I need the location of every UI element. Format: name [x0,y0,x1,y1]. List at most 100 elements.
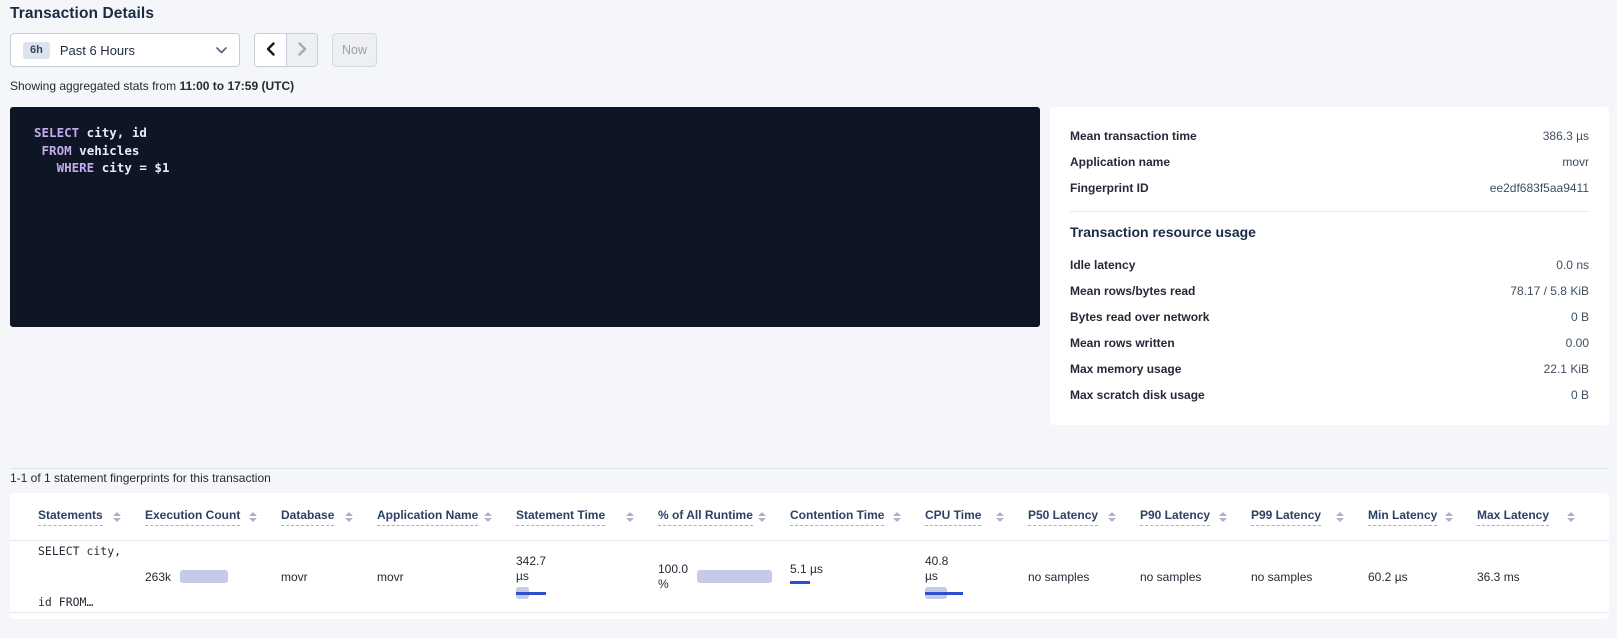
summary-value: 0 B [1571,388,1589,402]
summary-row: Application name movr [1070,149,1589,175]
max-latency-cell: 36.3 ms [1477,570,1599,584]
stats-line-range: 11:00 to 17:59 (UTC) [179,79,294,93]
column-header-execution-count[interactable]: Execution Count [145,493,281,540]
statement-time-value: 342.7 [516,554,642,569]
summary-label: Fingerprint ID [1070,181,1149,195]
column-header-application-name[interactable]: Application Name [377,493,516,540]
execution-count-bar [180,570,228,583]
statement-link[interactable]: SELECT city, id FROM… [38,509,145,638]
contention-time-cell: 5.1 µs [790,562,925,592]
prev-time-button[interactable] [255,34,286,66]
summary-label: Mean transaction time [1070,129,1197,143]
column-header-statement-time[interactable]: Statement Time [516,493,658,540]
sort-icon [1567,512,1575,522]
column-header-cpu-time[interactable]: CPU Time [925,493,1028,540]
sort-icon [1445,512,1453,522]
column-header-label: P99 Latency [1251,508,1321,526]
column-header-label: Statement Time [516,508,605,526]
summary-value: 0.00 [1566,336,1589,350]
statement-time-cell: 342.7 µs [516,554,658,600]
summary-row: Mean rows/bytes read 78.17 / 5.8 KiB [1070,278,1589,304]
column-header-label: Min Latency [1368,508,1437,526]
transaction-summary-card: Mean transaction time 386.3 µs Applicati… [1050,107,1609,425]
next-time-button[interactable] [286,34,317,66]
column-header-max-latency[interactable]: Max Latency [1477,493,1599,540]
column-header-p99-latency[interactable]: P99 Latency [1251,493,1368,540]
chevron-right-icon [298,42,307,59]
percent-runtime-cell: 100.0 % [658,562,790,592]
section-divider [10,468,1609,469]
percent-runtime-unit: % [658,577,688,592]
summary-row: Fingerprint ID ee2df683f5aa9411 [1070,175,1589,201]
contention-time-value: 5.1 µs [790,562,909,576]
sort-icon [626,512,634,522]
column-header-min-latency[interactable]: Min Latency [1368,493,1477,540]
transaction-sql-box: SELECT city, id FROM vehicles WHERE city… [10,107,1040,327]
resource-usage-title: Transaction resource usage [1070,224,1589,240]
sort-icon [1219,512,1227,522]
statement-time-bar [516,587,576,600]
time-controls: 6h Past 6 Hours Now [10,33,377,67]
summary-label: Bytes read over network [1070,310,1209,324]
column-header-p90-latency[interactable]: P90 Latency [1140,493,1251,540]
column-header-database[interactable]: Database [281,493,377,540]
aggregated-stats-line: Showing aggregated stats from 11:00 to 1… [10,79,294,93]
sql-line: WHERE city = $1 [34,159,1016,177]
application-name-cell: movr [377,570,516,584]
sql-line: SELECT city, id [34,124,1016,142]
statement-text-line1: SELECT city, [38,543,129,560]
cpu-time-unit: µs [925,569,1012,584]
cpu-time-bar [925,587,985,600]
sort-icon [249,512,257,522]
statements-table: StatementsExecution CountDatabaseApplica… [10,493,1609,619]
summary-value: 78.17 / 5.8 KiB [1510,284,1589,298]
cpu-time-text: 40.8 µs [925,554,1012,584]
chevron-left-icon [266,42,275,59]
summary-row: Max scratch disk usage 0 B [1070,382,1589,408]
summary-label: Max memory usage [1070,362,1181,376]
column-header--of-all-runtime[interactable]: % of All Runtime [658,493,790,540]
column-header-label: Execution Count [145,508,240,526]
time-range-badge: 6h [23,42,50,59]
sort-icon [1108,512,1116,522]
percent-runtime-text: 100.0 % [658,562,688,592]
summary-value: 0 B [1571,310,1589,324]
sort-icon [893,512,901,522]
column-header-label: % of All Runtime [658,508,753,526]
summary-label: Idle latency [1070,258,1135,272]
column-header-contention-time[interactable]: Contention Time [790,493,925,540]
summary-value: 386.3 µs [1543,129,1589,143]
time-range-label: Past 6 Hours [60,43,135,58]
summary-row: Mean transaction time 386.3 µs [1070,123,1589,149]
percent-runtime-value: 100.0 [658,562,688,577]
summary-label: Mean rows/bytes read [1070,284,1195,298]
column-header-label: P50 Latency [1028,508,1098,526]
summary-value: 22.1 KiB [1544,362,1589,376]
time-range-dropdown[interactable]: 6h Past 6 Hours [10,33,240,67]
now-button[interactable]: Now [332,33,377,67]
stats-line-prefix: Showing aggregated stats from [10,79,179,93]
table-row: SELECT city, id FROM… 263k movr movr 342… [10,541,1609,613]
column-header-label: Database [281,508,334,526]
column-header-label: Application Name [377,508,478,526]
percent-runtime-bar [697,570,772,583]
execution-count-value: 263k [145,570,171,584]
column-header-label: Max Latency [1477,508,1549,526]
sort-icon [484,512,492,522]
summary-value: ee2df683f5aa9411 [1490,181,1589,195]
summary-label: Application name [1070,155,1170,169]
column-header-label: CPU Time [925,508,981,526]
cpu-time-value: 40.8 [925,554,1012,569]
column-header-p50-latency[interactable]: P50 Latency [1028,493,1140,540]
p50-latency-cell: no samples [1028,570,1140,584]
sql-line: FROM vehicles [34,142,1016,160]
sort-icon [996,512,1004,522]
column-header-label: Contention Time [790,508,884,526]
min-latency-cell: 60.2 µs [1368,570,1477,584]
contention-time-bar [790,579,850,592]
table-header-row: StatementsExecution CountDatabaseApplica… [10,493,1609,541]
fingerprints-caption: 1-1 of 1 statement fingerprints for this… [10,471,271,485]
statement-time-unit: µs [516,569,642,584]
statement-text-line2: id FROM… [38,594,129,611]
sort-icon [345,512,353,522]
